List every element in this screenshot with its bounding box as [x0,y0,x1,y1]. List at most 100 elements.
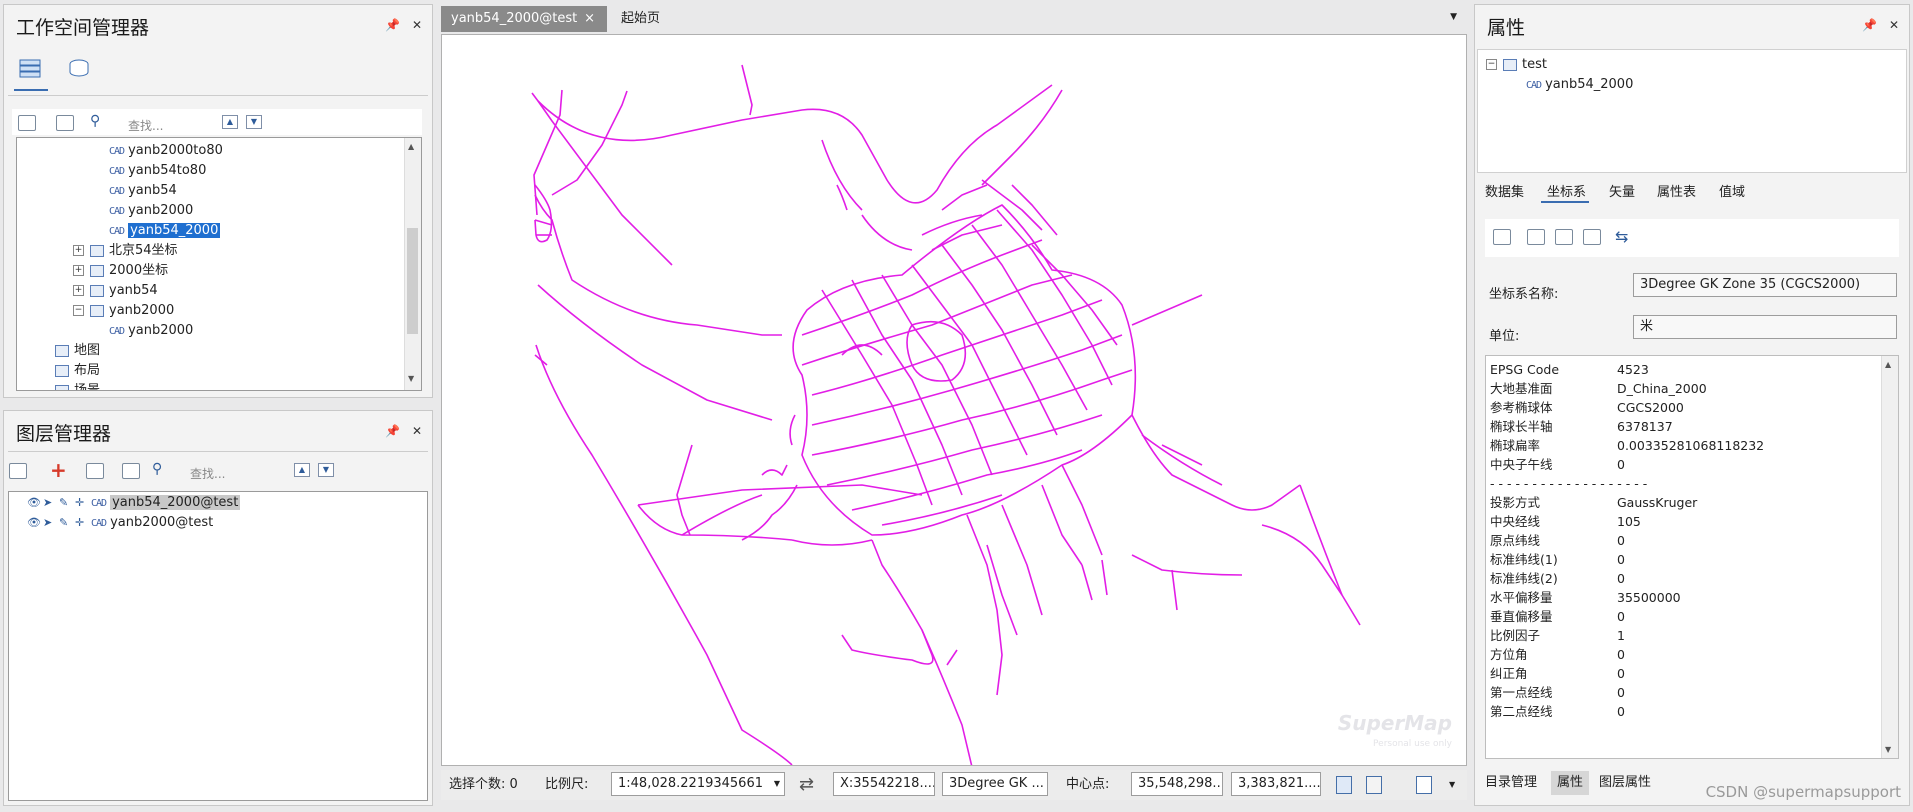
tab-domain[interactable]: 值域 [1719,181,1745,200]
layer-group-icon[interactable] [86,463,104,479]
expand-icon[interactable]: + [73,285,84,296]
scene-tab-icon[interactable] [66,57,92,79]
export-icon[interactable] [1555,229,1573,245]
expand-icon[interactable]: + [73,265,84,276]
property-key: 投影方式 [1490,495,1541,510]
shuffle-icon[interactable]: ⇆ [1615,227,1628,246]
center-x-field[interactable]: 35,548,298.... [1131,772,1223,796]
tab-map[interactable]: yanb54_2000@test × [441,6,607,32]
tab-dataset[interactable]: 数据集 [1485,181,1524,200]
add-icon[interactable]: + [50,458,67,482]
layer-manager-panel: 图层管理器 📌 ✕ + ⚲ 查找... ▲ ▼ 👁 ➤ ✎ ✛ CAD yanb54_200… [3,410,433,806]
paste-icon[interactable] [1366,776,1382,794]
tree-item[interactable]: CAD yanb54_2000 [109,222,221,240]
property-row: 中央经线 105 [1486,512,1876,531]
snap-icon[interactable]: ✛ [75,494,91,512]
tree-item[interactable]: 地图 [55,342,100,360]
edit-lock-icon[interactable]: ✎ [59,494,75,512]
datasource-icon [1503,58,1517,71]
coordsys-table-icon[interactable] [1527,229,1545,245]
copy-icon[interactable] [1336,776,1352,794]
expand-icon[interactable]: + [73,245,84,256]
layer-item-label: yanb2000@test [110,515,214,530]
tab-properties[interactable]: 属性 [1551,771,1590,795]
tree-root-label[interactable]: test [1522,57,1547,72]
up-arrow-icon[interactable]: ▲ [294,463,310,477]
tab-vector[interactable]: 矢量 [1609,181,1635,200]
layout-icon[interactable] [1416,776,1432,794]
tree-item[interactable]: CAD yanb54to80 [109,162,206,180]
properties-scrollbar[interactable]: ▲ ▼ [1881,356,1898,758]
property-row: 中央子午线 0 [1486,455,1876,474]
tree-scrollbar[interactable]: ▲ ▼ [404,138,421,390]
property-row: 投影方式 GaussKruger [1486,493,1876,512]
tree-item-label: yanb2000to80 [128,143,223,158]
tree-item[interactable]: CAD yanb54 [109,182,177,200]
tab-start-page[interactable]: 起始页 [611,6,691,32]
datasource-tab-icon[interactable] [18,57,44,79]
chevron-down-icon[interactable]: ▼ [1449,780,1455,789]
tab-catalog[interactable]: 目录管理 [1479,771,1543,795]
tab-attribute-table[interactable]: 属性表 [1657,181,1696,200]
tree-item[interactable]: CAD yanb2000to80 [109,142,223,160]
property-key: EPSG Code [1490,362,1560,377]
pin-icon[interactable]: 📌 [1862,18,1877,32]
tab-coordsys[interactable]: 坐标系 [1547,181,1586,200]
eye-icon[interactable]: 👁 [27,494,43,512]
select-icon[interactable]: ➤ [43,514,59,532]
map-icon [55,344,69,357]
center-y-field[interactable]: 3,383,821.... [1231,772,1321,796]
search-icon[interactable]: ⚲ [90,113,100,129]
chevron-down-icon[interactable]: ▼ [774,773,780,795]
down-arrow-icon[interactable]: ▼ [246,115,262,129]
eye-icon[interactable]: 👁 [27,514,43,532]
tree-item-label: yanb54to80 [128,163,207,178]
tree-item[interactable]: + 北京54坐标 [73,242,178,260]
tree-item[interactable]: CAD yanb2000 [109,322,193,340]
edit-lock-icon[interactable]: ✎ [59,514,75,532]
search-icon[interactable]: ⚲ [152,461,162,477]
tree-item[interactable]: +2000坐标 [73,262,168,280]
layer-item[interactable]: 👁 ➤ ✎ ✛ CAD yanb54_2000@test [27,494,241,512]
close-icon[interactable]: × [584,6,595,32]
crs-name-label: 坐标系名称: [1489,287,1559,302]
crs-name-field: 3Degree GK Zone 35 (CGCS2000) [1633,273,1897,297]
open-datasource-icon[interactable] [56,115,74,131]
import-icon[interactable] [1583,229,1601,245]
property-key: 参考椭球体 [1490,400,1553,415]
close-icon[interactable]: ✕ [412,424,422,438]
tree-item[interactable]: 场景 [55,382,100,390]
tree-child-label[interactable]: yanb54_2000 [1545,77,1633,92]
layer-item[interactable]: 👁 ➤ ✎ ✛ CAD yanb2000@test [27,514,213,532]
property-key: 中央经线 [1490,514,1541,529]
layer-search-input[interactable]: 查找... [190,465,225,482]
new-layer-icon[interactable] [9,463,27,479]
tree-item[interactable]: − yanb2000 [73,302,174,320]
close-icon[interactable]: ✕ [1889,18,1899,32]
pin-icon[interactable]: 📌 [385,18,400,32]
tree-item[interactable]: + yanb54 [73,282,158,300]
view-icon[interactable] [18,115,36,131]
close-icon[interactable]: ✕ [412,18,422,32]
property-value: 0 [1617,666,1625,681]
map-canvas[interactable]: SuperMap Personal use only [441,34,1467,766]
tree-item[interactable]: 布局 [55,362,100,380]
tab-list-dropdown-icon[interactable]: ▼ [1450,12,1457,22]
collapse-icon[interactable]: − [1486,59,1497,70]
coordsys-settings-icon[interactable] [1493,229,1511,245]
scale-select[interactable]: 1:48,028.2219345661 ▼ [611,772,785,796]
swap-icon[interactable]: ⇄ [799,774,814,795]
down-arrow-icon[interactable]: ▼ [318,463,334,477]
tree-item[interactable]: CAD yanb2000 [109,202,193,220]
workspace-search-input[interactable]: 查找... [128,117,163,134]
layer-style-icon[interactable] [122,463,140,479]
crs-field[interactable]: 3Degree GK ... [942,772,1048,796]
up-arrow-icon[interactable]: ▲ [222,115,238,129]
property-row: 标准纬线(2) 0 [1486,569,1876,588]
pin-icon[interactable]: 📌 [385,424,400,438]
tab-layer-properties[interactable]: 图层属性 [1593,771,1657,795]
tree-item-label: 地图 [74,343,101,358]
snap-icon[interactable]: ✛ [75,514,91,532]
collapse-icon[interactable]: − [73,305,84,316]
select-icon[interactable]: ➤ [43,494,59,512]
